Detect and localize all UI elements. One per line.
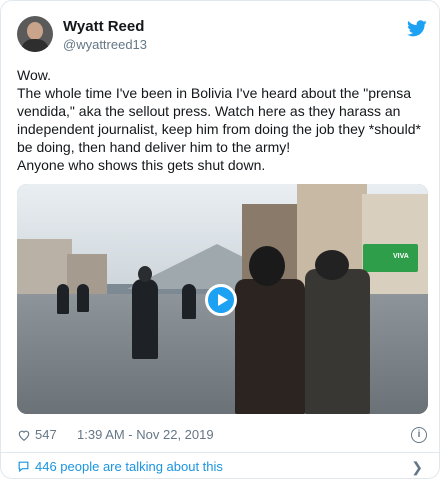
divider <box>1 452 439 453</box>
avatar[interactable] <box>17 16 53 52</box>
chat-bubble-icon <box>18 461 29 473</box>
info-icon[interactable]: i <box>411 427 427 443</box>
tweet-line-2: The whole time I've been in Bolivia I've… <box>17 85 421 155</box>
tweet-header: Wyatt Reed @wyattreed13 <box>17 16 427 56</box>
tweet-card: Wyatt Reed @wyattreed13 Wow. The whole t… <box>0 0 440 479</box>
timestamp[interactable]: 1:39 AM - Nov 22, 2019 <box>77 427 214 442</box>
play-icon[interactable] <box>205 284 237 316</box>
twitter-bird-icon[interactable] <box>407 20 427 37</box>
author-handle[interactable]: @wyattreed13 <box>63 37 147 52</box>
video-thumbnail[interactable]: VIVA <box>17 184 428 414</box>
tweet-text: Wow. The whole time I've been in Bolivia… <box>17 66 429 174</box>
chevron-right-icon: ❯ <box>411 459 423 475</box>
like-count[interactable]: 547 <box>35 427 57 442</box>
tweet-line-1: Wow. <box>17 67 51 83</box>
tweet-meta: 547 1:39 AM - Nov 22, 2019 i <box>17 427 429 445</box>
talking-count: 446 people are talking about this <box>35 459 223 474</box>
tweet-line-3: Anyone who shows this gets shut down. <box>17 157 266 173</box>
conversation-link[interactable]: 446 people are talking about this ❯ <box>17 459 429 475</box>
author-name[interactable]: Wyatt Reed <box>63 18 144 35</box>
heart-icon[interactable] <box>17 428 31 442</box>
street-sign: VIVA <box>363 244 418 272</box>
